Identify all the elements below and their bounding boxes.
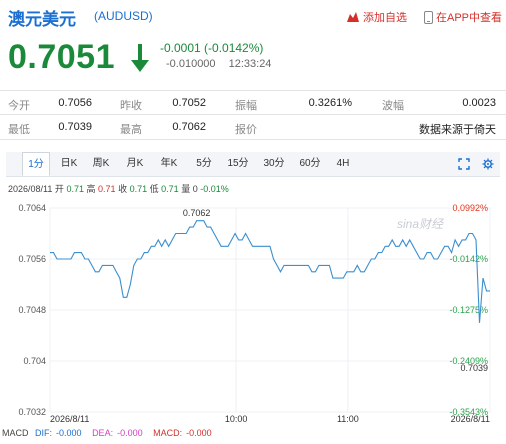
tab-1min[interactable]: 1分 — [22, 152, 50, 176]
tab-daily[interactable]: 日K — [54, 152, 84, 176]
price-panel: 0.7051 -0.0001 (-0.0142%) -0.010000 12:3… — [0, 34, 506, 80]
tab-weekly[interactable]: 周K — [86, 152, 116, 176]
macd-value-number: -0.000 — [186, 428, 212, 438]
ohlc-low: 0.71 — [161, 184, 179, 194]
favorite-icon — [346, 11, 360, 23]
range-label: 波幅 — [382, 100, 404, 112]
ohlc-close: 0.71 — [129, 184, 148, 194]
change-absolute: -0.010000 — [166, 58, 216, 70]
macd-dea: DEA: -0.000 — [92, 428, 147, 438]
fullscreen-icon[interactable] — [458, 158, 470, 170]
tab-60min[interactable]: 60分 — [294, 152, 326, 176]
y-tick-label: 0.7032 — [18, 407, 46, 417]
low-value: 0.7039 — [58, 121, 92, 133]
low-label: 低 — [149, 184, 159, 194]
tab-30min[interactable]: 30分 — [258, 152, 290, 176]
instrument-title: 澳元美元 — [8, 10, 76, 29]
instrument-code: (AUDUSD) — [94, 9, 153, 23]
tab-4h[interactable]: 4H — [328, 152, 358, 176]
y-tick-label: 0.7048 — [18, 305, 46, 315]
dea-value: -0.000 — [117, 428, 143, 438]
quote-table: 今开 0.7056 昨收 0.7052 振幅 0.3261% 波幅 0.0023… — [0, 90, 506, 140]
amplitude-label: 振幅 — [235, 100, 257, 112]
close-label: 收 — [118, 184, 128, 194]
range-value: 0.0023 — [462, 97, 496, 109]
x-tick-label: 11:00 — [337, 414, 359, 424]
high-label: 高 — [86, 184, 96, 194]
y-tick-label: 0.7064 — [18, 203, 46, 213]
down-arrow-icon — [130, 42, 150, 79]
tab-monthly[interactable]: 月K — [120, 152, 150, 176]
y-tick-label: 0.7056 — [18, 254, 46, 264]
open-label: 开 — [54, 184, 64, 194]
open-label: 今开 — [8, 100, 30, 112]
prev-close-value: 0.7052 — [172, 97, 206, 109]
dif-label: DIF: — [35, 428, 53, 438]
chart-tools — [458, 158, 494, 170]
price-line — [50, 220, 490, 323]
header: 澳元美元 (AUDUSD) 添加自选 在APP中查看 — [0, 0, 506, 30]
ohlc-open: 0.71 — [66, 184, 84, 194]
price-change: -0.0001 (-0.0142%) — [160, 41, 264, 55]
tab-yearly[interactable]: 年K — [154, 152, 184, 176]
price-sub-info: -0.010000 12:33:24 — [166, 58, 281, 70]
macd-dif: DIF: -0.000 — [35, 428, 86, 438]
settings-icon[interactable] — [482, 158, 494, 170]
pct-tick-label: 0.0992% — [452, 203, 488, 213]
macd-value-label: MACD: — [153, 428, 183, 438]
high-label: 最高 — [120, 124, 142, 136]
x-tick-label: 10:00 — [225, 414, 248, 424]
open-value: 0.7056 — [58, 97, 92, 109]
add-favorite-label: 添加自选 — [363, 12, 407, 24]
ohlc-date: 2026/08/11 — [8, 184, 53, 194]
dea-label: DEA: — [92, 428, 114, 438]
quote-row: 今开 0.7056 昨收 0.7052 振幅 0.3261% 波幅 0.0023 — [0, 90, 506, 115]
open-in-app-button[interactable]: 在APP中查看 — [424, 9, 502, 25]
tab-15min[interactable]: 15分 — [222, 152, 254, 176]
volume-label: 量 — [181, 184, 191, 194]
x-tick-label: 2026/8/11 — [451, 414, 490, 424]
pct-tick-label: -0.0142% — [449, 254, 488, 264]
x-tick-label: 2026/8/11 — [50, 414, 89, 424]
amplitude-value: 0.3261% — [308, 97, 352, 109]
quote-time: 12:33:24 — [228, 58, 272, 70]
low-annotation: 0.7039 — [460, 363, 488, 373]
period-tabs: 1分 日K 周K 月K 年K 5分 15分 30分 60分 4H — [6, 152, 500, 177]
ohlc-high: 0.71 — [98, 184, 116, 194]
quote-source-label: 报价 — [235, 124, 257, 136]
prev-close-label: 昨收 — [120, 100, 142, 112]
macd-value: MACD: -0.000 — [153, 428, 216, 438]
quote-row: 最低 0.7039 最高 0.7062 报价 数据来源于倚天 — [0, 115, 506, 140]
watermark: sina财经 — [397, 217, 445, 231]
dif-value: -0.000 — [56, 428, 82, 438]
ohlc-pct: -0.01% — [200, 184, 229, 194]
macd-info: MACD DIF: -0.000 DEA: -0.000 MACD: -0.000 — [2, 428, 220, 438]
open-in-app-label: 在APP中查看 — [436, 12, 503, 24]
phone-icon — [424, 10, 433, 24]
high-value: 0.7062 — [172, 121, 206, 133]
tab-5min[interactable]: 5分 — [190, 152, 218, 176]
quote-source-value: 数据来源于倚天 — [419, 124, 496, 136]
high-annotation: 0.7062 — [183, 208, 211, 218]
intraday-chart[interactable]: 0.7064 0.0992% 0.7056 -0.0142% 0.7048 -0.1275… — [0, 194, 506, 426]
macd-title: MACD — [2, 428, 29, 438]
add-favorite-button[interactable]: 添加自选 — [346, 9, 407, 25]
y-tick-label: 0.704 — [23, 356, 46, 366]
pct-tick-label: -0.1275% — [449, 305, 488, 315]
ohlc-volume: 0 — [192, 184, 198, 194]
low-label: 最低 — [8, 124, 30, 136]
last-price: 0.7051 — [8, 38, 115, 76]
